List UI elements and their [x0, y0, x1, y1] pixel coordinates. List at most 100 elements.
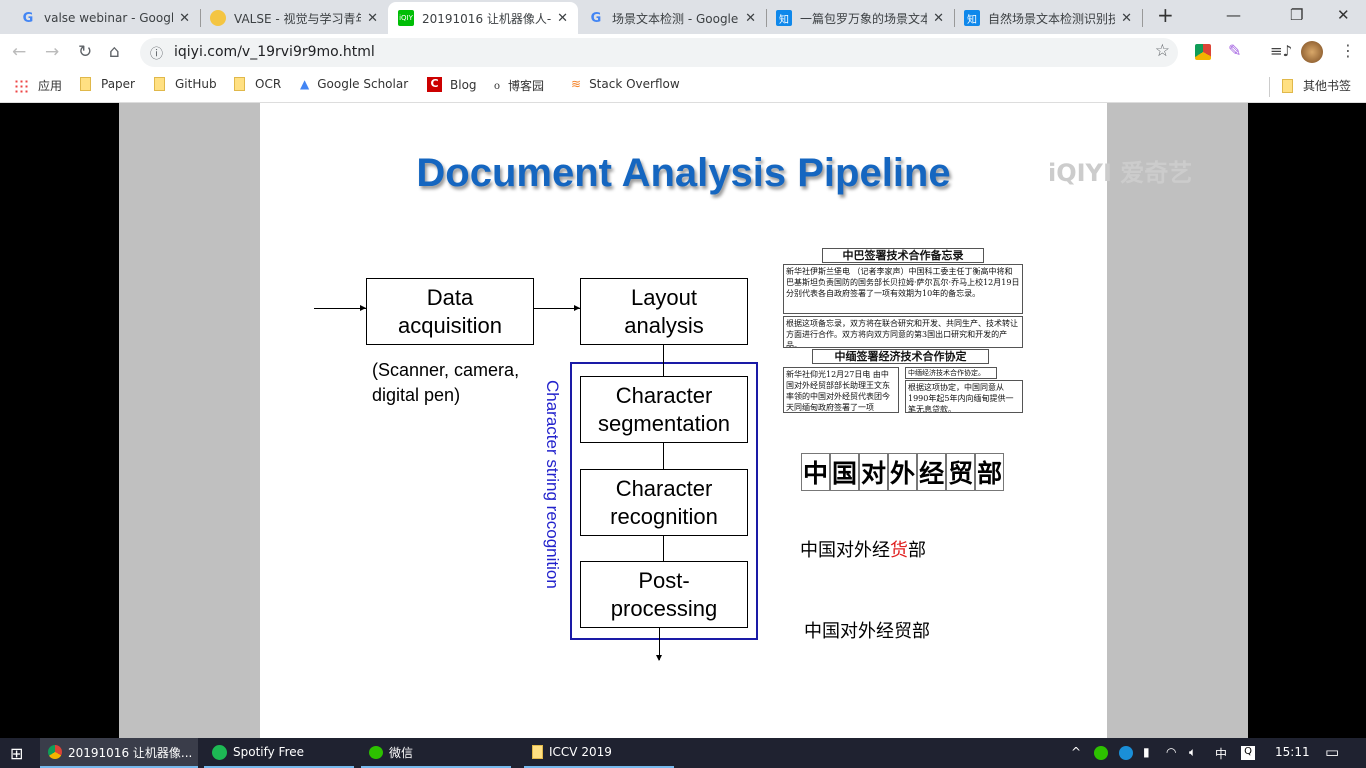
star-icon[interactable]: ☆: [1155, 41, 1170, 61]
segment-char: 中: [801, 453, 831, 491]
segment-char: 部: [975, 453, 1005, 491]
tab-title: 一篇包罗万象的场景文本: [800, 11, 928, 26]
folder-icon: [532, 745, 543, 759]
recog-text: 中国对外经: [800, 540, 890, 561]
url-text: iqiyi.com/v_19rvi9r9mo.html: [174, 44, 375, 60]
clock[interactable]: 15:11: [1275, 745, 1310, 759]
tab-title: 场景文本检测 - Google: [612, 11, 739, 26]
bookmark-cnblogs[interactable]: ᧐ 博客园: [494, 77, 544, 94]
bookmark-label: 其他书签: [1303, 79, 1352, 93]
character-recognition-box: Character recognition: [580, 469, 748, 536]
windows-start-icon[interactable]: ⊞: [10, 744, 23, 763]
segment-char: 贸: [946, 453, 976, 491]
wechat-icon: [369, 745, 383, 759]
video-slide[interactable]: Document Analysis Pipeline iQIYI 爱奇艺 Dat…: [260, 103, 1192, 738]
back-button[interactable]: ←: [12, 42, 26, 62]
tab-scene-text-detection[interactable]: G 场景文本检测 - Google ✕: [578, 2, 766, 34]
restore-button[interactable]: ❐: [1290, 6, 1303, 24]
slide-title: Document Analysis Pipeline: [416, 151, 951, 195]
menu-icon[interactable]: ⋮: [1340, 41, 1356, 60]
chrome-icon: [48, 745, 62, 759]
new-tab-button[interactable]: +: [1157, 3, 1174, 27]
feather-extension-icon[interactable]: ✎: [1228, 41, 1241, 60]
wechat-tray-icon[interactable]: [1094, 746, 1108, 760]
video-letterbox-left: [119, 103, 260, 738]
tab-iqiyi[interactable]: iQIY 20191016 让机器像人- ✕: [388, 2, 578, 34]
bookmarks-bar: 应用 Paper GitHub OCR ▲ Google Scholar C Blo…: [0, 70, 1366, 103]
iqiyi-watermark: iQIYI 爱奇艺: [1048, 159, 1193, 187]
taskbar-item-spotify[interactable]: Spotify Free: [204, 738, 354, 768]
close-icon[interactable]: ✕: [557, 11, 568, 26]
tab-valse[interactable]: VALSE - 视觉与学习青年 ✕: [200, 2, 388, 34]
reload-button[interactable]: ↻: [78, 42, 92, 62]
taskbar-item-chrome[interactable]: 20191016 让机器像...: [40, 738, 198, 768]
address-bar[interactable]: ⓘ iqiyi.com/v_19rvi9r9mo.html ☆: [140, 38, 1178, 67]
bookmark-google-scholar[interactable]: ▲ Google Scholar: [300, 77, 408, 91]
close-window-button[interactable]: ✕: [1337, 6, 1350, 24]
tab-zhihu-1[interactable]: 知一篇包罗万象的场景文本 ✕: [766, 2, 954, 34]
segment-char: 国: [830, 453, 860, 491]
folder-icon: [234, 77, 245, 91]
google-icon: G: [22, 10, 34, 26]
bookmark-label: 博客园: [507, 79, 544, 93]
download-extension-icon[interactable]: [1195, 44, 1211, 60]
news-paragraph-1: 新华社伊斯兰堡电 （记者李家声）中国科工委主任丁衡高中将和巴基斯坦负责国防的国务…: [783, 264, 1023, 314]
bookmark-label: GitHub: [175, 77, 217, 91]
scholar-icon: ▲: [300, 77, 310, 91]
folder-icon: [1282, 78, 1293, 93]
minimize-button[interactable]: —: [1226, 6, 1241, 24]
bookmark-blog[interactable]: C Blog: [427, 77, 477, 92]
taskbar-item-wechat[interactable]: 微信: [361, 738, 511, 768]
input-method-icon[interactable]: Q: [1241, 746, 1255, 760]
tab-title: VALSE - 视觉与学习青年: [234, 11, 362, 26]
close-icon[interactable]: ✕: [367, 11, 378, 26]
recog-error-char: 货: [890, 540, 908, 561]
folder-icon: [80, 77, 91, 91]
post-processing-box: Post- processing: [580, 561, 748, 628]
recog-text: 部: [908, 540, 926, 561]
tray-chevron-icon[interactable]: ^: [1071, 745, 1081, 759]
volume-icon[interactable]: 🔈︎: [1189, 745, 1196, 760]
avatar[interactable]: [1301, 41, 1323, 63]
character-segmentation-box: Character segmentation: [580, 376, 748, 443]
info-icon[interactable]: ⓘ: [150, 43, 163, 62]
apps-icon: [14, 78, 28, 93]
home-button[interactable]: ⌂: [109, 42, 120, 62]
postprocessed-result: 中国对外经贸部: [804, 621, 930, 642]
tab-zhihu-2[interactable]: 知自然场景文本检测识别技 ✕: [954, 2, 1142, 34]
bookmark-stackoverflow[interactable]: ≋ Stack Overflow: [571, 77, 680, 91]
bookmark-label: 应用: [38, 79, 63, 93]
segmented-characters: 中 国 对 外 经 贸 部: [801, 453, 1005, 491]
zhihu-icon: 知: [776, 10, 792, 26]
ime-indicator[interactable]: 中: [1215, 745, 1227, 762]
tray-app-icon[interactable]: [1119, 746, 1133, 760]
bookmark-ocr[interactable]: OCR: [234, 77, 281, 91]
video-letterbox-right: [1107, 103, 1248, 738]
battery-icon[interactable]: ▮: [1143, 745, 1150, 759]
close-icon[interactable]: ✕: [745, 11, 756, 26]
close-icon[interactable]: ✕: [179, 11, 190, 26]
segment-char: 外: [888, 453, 918, 491]
close-icon[interactable]: ✕: [1121, 11, 1132, 26]
spotify-icon: [212, 744, 227, 760]
bookmark-label: Google Scholar: [317, 77, 409, 91]
media-control-icon[interactable]: ≡♪: [1270, 42, 1292, 60]
bookmark-github[interactable]: GitHub: [154, 77, 217, 91]
layout-analysis-box: Layout analysis: [580, 278, 748, 345]
forward-button[interactable]: →: [45, 42, 59, 62]
tab-valse-webinar[interactable]: Gvalse webinar - Googl ✕: [10, 2, 200, 34]
wifi-icon[interactable]: ◠: [1166, 745, 1176, 759]
close-icon[interactable]: ✕: [933, 11, 944, 26]
vertical-label: Character string recognition: [543, 380, 562, 589]
bookmark-paper[interactable]: Paper: [80, 77, 135, 91]
taskbar-item-iccv[interactable]: ICCV 2019: [524, 738, 674, 768]
bookmark-label: Blog: [450, 77, 477, 92]
notification-icon[interactable]: ▭: [1325, 743, 1339, 761]
news-label-4: 中缅经济技术合作协定。: [905, 367, 997, 379]
bookmark-other[interactable]: 其他书签: [1282, 77, 1351, 94]
bookmark-apps[interactable]: 应用: [14, 77, 62, 94]
bookmark-label: Paper: [101, 77, 135, 91]
valse-icon: [210, 10, 226, 26]
news-paragraph-3: 新华社仰光12月27日电 由中国对外经贸部部长助理王文东率领的中国对外经贸代表团…: [783, 367, 899, 413]
bookmark-label: OCR: [255, 77, 282, 91]
